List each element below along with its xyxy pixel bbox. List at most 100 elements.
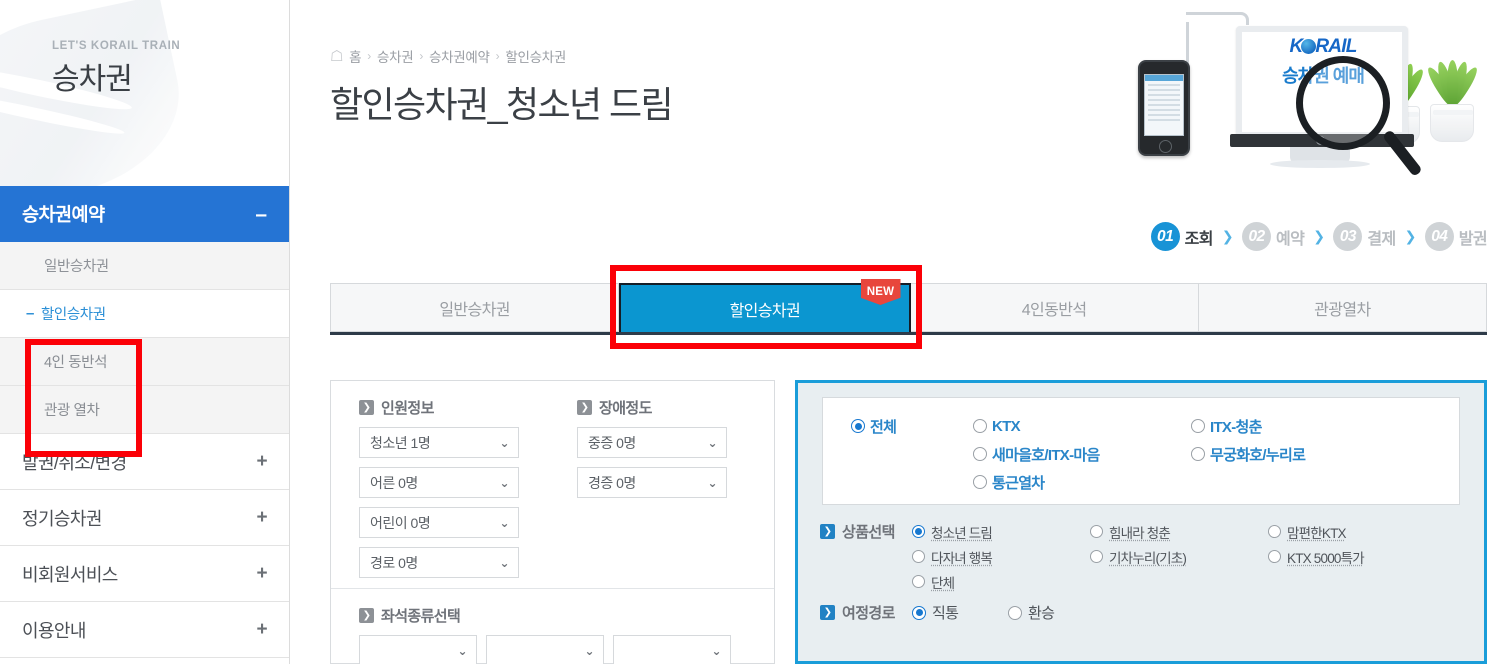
sidebar-item-label: 일반승차권 [44,259,109,275]
passenger-and-disability-block: ❯ 인원정보 청소년 1명 ⌄ 어른 0명 ⌄ 어린이 0명 ⌄ 경로 0명 ⌄… [331,381,774,588]
select-severe-disability-count[interactable]: 중증 0명 ⌄ [577,427,727,458]
tab-general-ticket[interactable]: 일반승차권 [330,283,620,332]
radio-product-ktx-5000-special[interactable]: KTX 5000특가 [1268,544,1446,569]
product-column-1: 청소년 드림 다자녀 행복 단체 [912,519,1090,594]
section-label: 인원정보 [381,400,434,417]
radio-dot-icon [1090,525,1103,538]
radio-train-type-ktx[interactable]: KTX [973,412,1191,440]
phone-screen [1144,74,1184,136]
radio-label: KTX [992,417,1021,435]
radio-dot-selected-icon [912,525,925,538]
chevron-right-icon: ❯ [1313,228,1325,244]
radio-dot-icon [1268,525,1281,538]
sidebar-item-general-ticket[interactable]: 일반승차권 [0,242,289,290]
tab-label: 4인동반석 [1021,301,1087,319]
chevron-right-box-icon: ❯ [359,608,374,623]
step-label: 조회 [1184,230,1214,248]
sidebar-item-nonmember-service[interactable]: 비회원서비스 + [0,546,289,602]
select-youth-count[interactable]: 청소년 1명 ⌄ [359,427,519,458]
product-column-3: 맘편한KTX KTX 5000특가 [1268,519,1446,594]
plus-icon: + [256,562,268,584]
breadcrumb-item-discount[interactable]: 할인승차권 [505,46,566,66]
radio-route-direct[interactable]: 직통 [912,602,1008,623]
radio-train-type-commuter[interactable]: 통근열차 [973,468,1191,496]
chevron-down-icon: ⌄ [499,475,509,490]
disability-info-column: ❯ 장애정도 중증 0명 ⌄ 경증 0명 ⌄ [519,397,727,578]
chevron-right-box-icon: ❯ [820,605,835,620]
radio-label: 청소년 드림 [931,525,993,541]
chevron-right-box-icon: ❯ [359,400,374,415]
sidebar-item-issue-cancel-change[interactable]: 발권/취소/변경 + [0,434,289,490]
tab-four-person-seat[interactable]: 4인동반석 [910,283,1199,332]
radio-dot-selected-icon [851,419,865,433]
radio-dot-icon [912,575,925,588]
sidebar-section-ticket-reservation[interactable]: 승차권예약 – [0,186,289,242]
smartphone-icon [1138,60,1190,156]
breadcrumb-item-reservation[interactable]: 승차권예약 [429,46,490,66]
radio-route-transfer[interactable]: 환승 [1008,602,1104,623]
home-icon[interactable]: ☖ [330,47,343,65]
sidebar-item-sightseeing-train[interactable]: 관광 열차 [0,386,289,434]
route-select-header: ❯ 여정경로 [820,602,912,623]
select-value: 중증 0명 [588,434,636,451]
radio-product-train-nuri-basic[interactable]: 기차누리(기초) [1090,544,1268,569]
select-adult-count[interactable]: 어른 0명 ⌄ [359,467,519,498]
select-value: 어른 0명 [370,474,418,491]
step-inquiry: 01 조회 [1150,222,1214,251]
chevron-right-icon: ❯ [1404,228,1417,244]
phone-home-button-icon [1159,140,1172,153]
breadcrumb-item-ticket[interactable]: 승차권 [377,46,414,66]
select-child-count[interactable]: 어린이 0명 ⌄ [359,507,519,538]
radio-label: 힘내라 청춘 [1109,525,1171,541]
select-seat-type-2[interactable]: ⌄ [486,635,604,664]
select-value: 어린이 0명 [370,514,431,531]
sidebar-item-usage-guide[interactable]: 이용안내 + [0,602,289,658]
radio-dot-icon [973,447,987,461]
brand-text: LET'S KORAIL TRAIN 승차권 [52,40,180,98]
radio-train-type-saemaul-itx-maum[interactable]: 새마을호/ITX-마음 [973,440,1191,468]
seat-type-block: ❯ 좌석종류선택 ⌄ ⌄ ⌄ [331,589,774,664]
radio-product-multichild-happy[interactable]: 다자녀 행복 [912,544,1090,569]
select-seat-type-1[interactable]: ⌄ [359,635,477,664]
radio-product-cheer-youth[interactable]: 힘내라 청춘 [1090,519,1268,544]
select-mild-disability-count[interactable]: 경증 0명 ⌄ [577,467,727,498]
radio-dot-icon [1191,419,1205,433]
radio-train-type-all[interactable]: 전체 [851,412,973,440]
page-title: 할인승차권_청소년 드림 [330,84,674,125]
korail-logo: K RAIL [1289,36,1357,57]
sidebar-item-four-person-seat[interactable]: 4인 동반석 [0,338,289,386]
chevron-right-box-icon: ❯ [577,400,592,415]
sidebar-item-discount-ticket[interactable]: – 할인승차권 [0,290,289,338]
select-senior-count[interactable]: 경로 0명 ⌄ [359,547,519,578]
tab-discount-ticket[interactable]: 할인승차권 NEW [619,279,911,332]
radio-train-type-itx-cheongchun[interactable]: ITX-청춘 [1191,412,1411,440]
breadcrumb-separator: › [367,49,371,63]
radio-product-group[interactable]: 단체 [912,569,1090,594]
radio-label: 환승 [1028,605,1055,622]
brand-title: 승차권 [52,63,133,96]
select-seat-type-3[interactable]: ⌄ [613,635,731,664]
sidebar-item-commuter-pass[interactable]: 정기승차권 + [0,490,289,546]
brand-logo[interactable]: LET'S KORAIL TRAIN 승차권 [0,0,289,186]
breadcrumb-item-home[interactable]: 홈 [349,46,361,66]
banner-illustration: K RAIL 승차권 예매 [1130,8,1487,180]
step-label: 예약 [1275,230,1305,248]
radio-product-youth-dream[interactable]: 청소년 드림 [912,519,1090,544]
sidebar-item-label: 4인 동반석 [44,355,108,371]
breadcrumb: ☖ 홈 › 승차권 › 승차권예약 › 할인승차권 [330,46,566,66]
radio-dot-icon [1191,447,1205,461]
passenger-options-panel: ❯ 인원정보 청소년 1명 ⌄ 어른 0명 ⌄ 어린이 0명 ⌄ 경로 0명 ⌄… [330,380,775,664]
plus-icon: + [256,618,268,640]
radio-label: 다자녀 행복 [931,550,993,566]
route-select-group: ❯ 여정경로 직통 환승 [798,594,1484,623]
breadcrumb-separator: › [495,49,500,63]
radio-product-mom-comfortable-ktx[interactable]: 맘편한KTX [1268,519,1446,544]
passenger-info-column: ❯ 인원정보 청소년 1명 ⌄ 어른 0명 ⌄ 어린이 0명 ⌄ 경로 0명 ⌄ [331,397,519,578]
radio-dot-icon [1268,550,1281,563]
train-and-product-panel: 전체 KTX 새마을호/ITX-마음 통근열차 ITX-청춘 무궁화호/누리로 … [795,380,1487,664]
tab-sightseeing-train[interactable]: 관광열차 [1198,283,1487,332]
radio-train-type-mugunghwa-nuriro[interactable]: 무궁화호/누리로 [1191,440,1411,468]
train-type-column-3: ITX-청춘 무궁화호/누리로 [1191,412,1411,496]
step-number: 03 [1333,222,1363,251]
chevron-right-box-icon: ❯ [820,524,835,539]
